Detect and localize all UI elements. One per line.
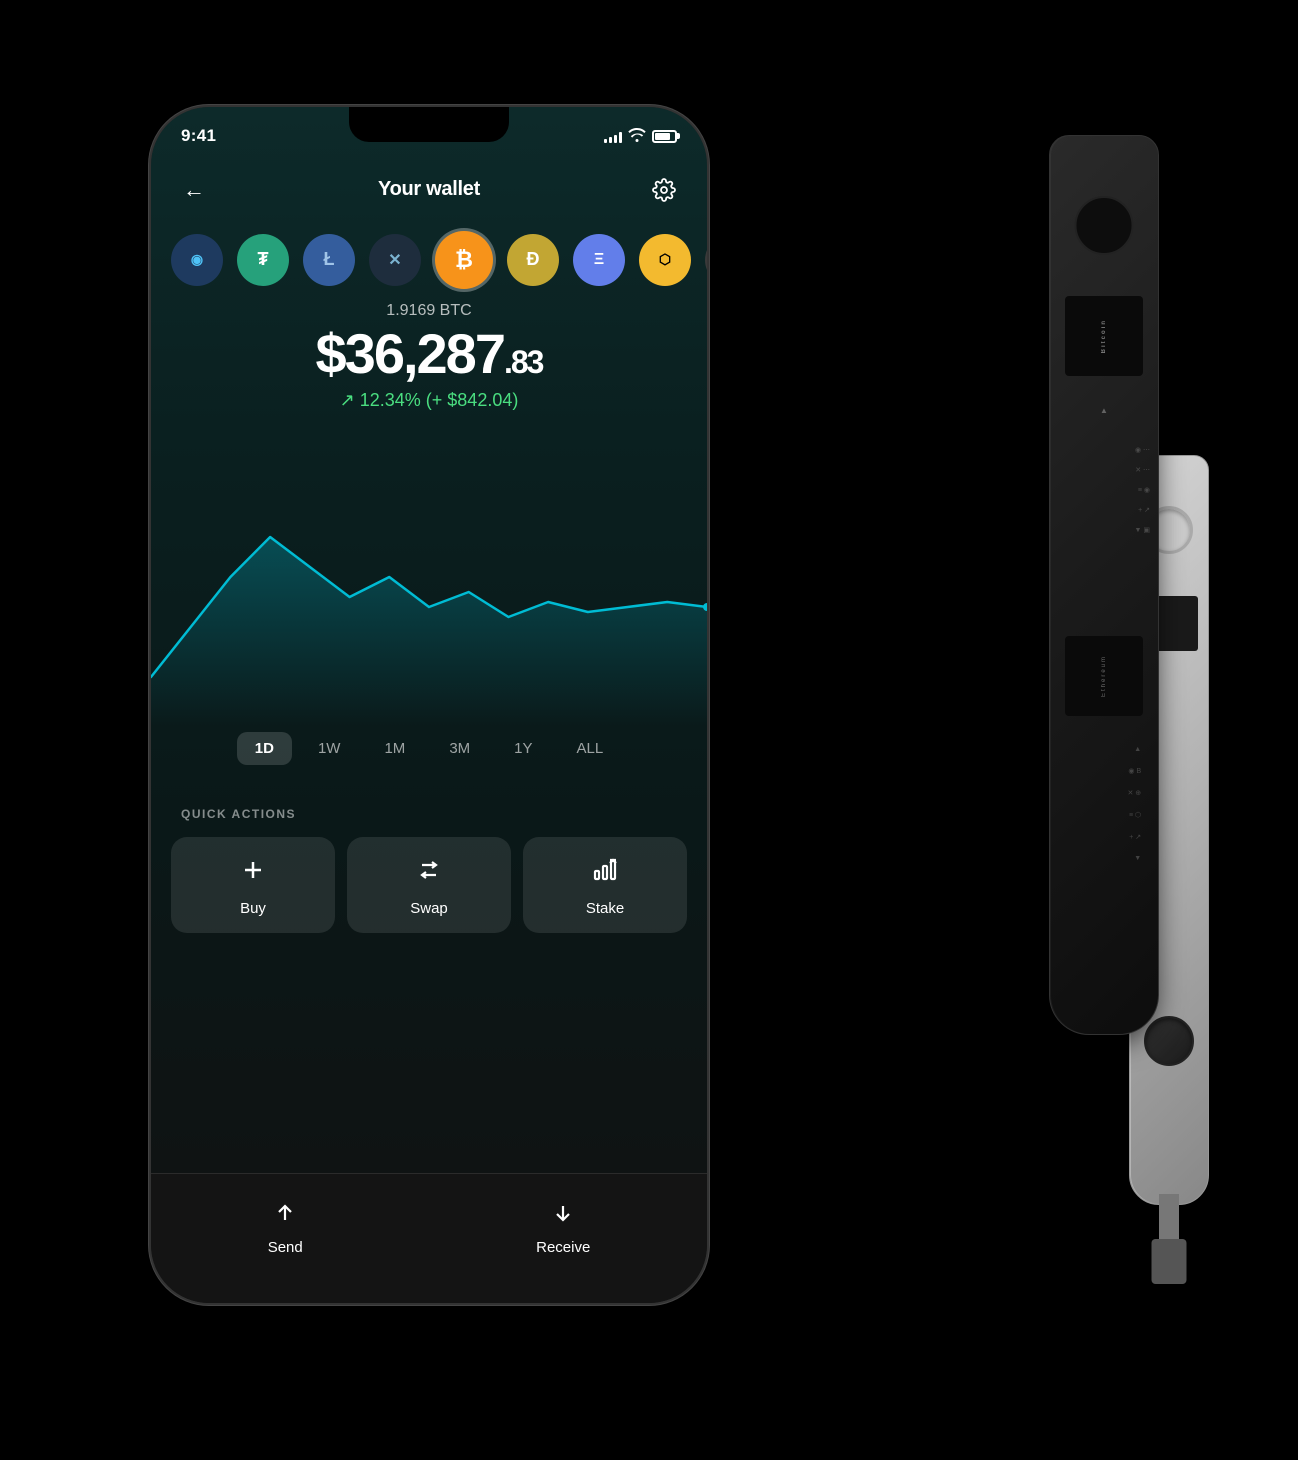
settings-button[interactable] — [649, 175, 679, 205]
coin-item-tether[interactable]: ₮ — [237, 234, 289, 286]
signal-bar-3 — [614, 135, 617, 143]
status-time: 9:41 — [181, 126, 216, 146]
bottom-bar: Send Receive — [151, 1173, 707, 1303]
receive-icon — [551, 1201, 575, 1231]
nano-s-usb-plug — [1152, 1239, 1187, 1284]
nano-x-menu-item-3: ≡ ◉ — [1138, 486, 1150, 494]
balance-change-percent: ↗ 12.34% — [340, 390, 421, 410]
coin-item-bitcoin[interactable]: ₿ — [435, 231, 493, 289]
send-icon — [273, 1201, 297, 1231]
balance-crypto-amount: 1.9169 BTC — [151, 302, 707, 320]
balance-area: 1.9169 BTC $36,287.83 ↗ 12.34% (+ $842.0… — [151, 302, 707, 411]
nano-x-menu-item-11: ▼ — [1134, 855, 1141, 862]
back-arrow-icon: ← — [183, 177, 205, 203]
time-btn-3m[interactable]: 3M — [431, 732, 488, 765]
buy-button[interactable]: Buy — [171, 837, 335, 933]
stake-label: Stake — [586, 900, 624, 917]
scene: 9:41 — [99, 55, 1199, 1405]
nano-x-menu-item-7: ◉ B — [1128, 767, 1141, 775]
coin-item-dogecoin[interactable]: Ð — [507, 234, 559, 286]
signal-bar-1 — [604, 139, 607, 143]
time-btn-1d[interactable]: 1D — [237, 732, 292, 765]
time-btn-1y[interactable]: 1Y — [496, 732, 550, 765]
app-header: ← Your wallet — [151, 162, 707, 217]
time-selector: 1D 1W 1M 3M 1Y ALL — [151, 732, 707, 765]
chart-svg — [151, 447, 707, 727]
page-title: Your wallet — [378, 178, 480, 201]
nano-x-screen-text-2: Ethereum — [1101, 655, 1107, 697]
chart-fill — [151, 537, 707, 727]
nano-x-menu-item-6: ▲ — [1134, 746, 1141, 753]
quick-actions: Buy Swap — [171, 837, 687, 933]
quick-actions-label: QUICK ACTIONS — [181, 807, 296, 821]
wifi-icon — [628, 128, 646, 145]
balance-change: ↗ 12.34% (+ $842.04) — [151, 390, 707, 411]
back-button[interactable]: ← — [179, 175, 209, 205]
receive-label: Receive — [536, 1239, 590, 1256]
balance-fiat-amount: $36,287.83 — [151, 326, 707, 382]
swap-button[interactable]: Swap — [347, 837, 511, 933]
signal-bar-2 — [609, 137, 612, 143]
price-chart — [151, 447, 707, 727]
nano-x-menu-item-1: ◉ ⋯ — [1135, 446, 1150, 454]
status-icons — [604, 128, 677, 145]
buy-label: Buy — [240, 900, 266, 917]
nano-s-connector — [1159, 1194, 1179, 1244]
coin-selector: ◉ ₮ Ł ✕ ₿ Ð Ξ ⬡ Ⓐ — [151, 222, 707, 297]
battery-icon — [652, 130, 677, 143]
send-label: Send — [268, 1239, 303, 1256]
receive-button[interactable]: Receive — [506, 1191, 620, 1266]
nano-x-menu-item-4: + ↗ — [1138, 506, 1150, 514]
stake-button[interactable]: Stake — [523, 837, 687, 933]
coin-item-partial[interactable]: ◉ — [171, 234, 223, 286]
coin-item-ethereum[interactable]: Ξ — [573, 234, 625, 286]
nano-x-screen-text-1: Bitcoin — [1101, 319, 1107, 353]
nano-x-menu-item-8: ✕ ⊕ — [1127, 789, 1141, 797]
ledger-nano-x: Bitcoin ▲ ◉ ⋯ ✕ ⋯ ≡ ◉ + ↗ ▼ ▣ Ethereum ▲… — [1049, 135, 1159, 1035]
swap-label: Swap — [410, 900, 448, 917]
nano-x-menu-item-9: ≡ ⬡ — [1129, 811, 1141, 819]
coin-item-binance[interactable]: ⬡ — [639, 234, 691, 286]
stake-icon — [592, 857, 618, 890]
time-btn-all[interactable]: ALL — [559, 732, 622, 765]
buy-icon — [240, 857, 266, 890]
signal-icon — [604, 129, 622, 143]
nano-x-menu-item-2: ✕ ⋯ — [1135, 466, 1150, 474]
time-btn-1m[interactable]: 1M — [366, 732, 423, 765]
swap-icon — [416, 857, 442, 890]
battery-fill — [655, 133, 670, 140]
balance-fiat-whole: $36,287 — [316, 322, 504, 385]
phone-screen: 9:41 — [151, 107, 707, 1303]
nano-s-button — [1144, 1016, 1194, 1066]
notch — [349, 107, 509, 142]
nano-x-screen-2: Ethereum — [1065, 636, 1143, 716]
coin-item-litecoin[interactable]: Ł — [303, 234, 355, 286]
nano-x-menu-item-5: ▼ ▣ — [1135, 526, 1151, 534]
nano-x-nav-up: ▲ — [1100, 406, 1108, 415]
coin-item-algo[interactable]: Ⓐ — [705, 234, 707, 286]
phone: 9:41 — [149, 105, 709, 1305]
send-button[interactable]: Send — [238, 1191, 333, 1266]
balance-fiat-cents: .83 — [504, 344, 542, 380]
nano-x-menu-item-10: + ↗ — [1129, 833, 1141, 841]
signal-bar-4 — [619, 132, 622, 143]
nano-x-screen: Bitcoin — [1065, 296, 1143, 376]
time-btn-1w[interactable]: 1W — [300, 732, 359, 765]
coin-item-xrp[interactable]: ✕ — [369, 234, 421, 286]
gear-icon — [652, 178, 676, 202]
balance-change-amount: (+ $842.04) — [426, 390, 519, 410]
